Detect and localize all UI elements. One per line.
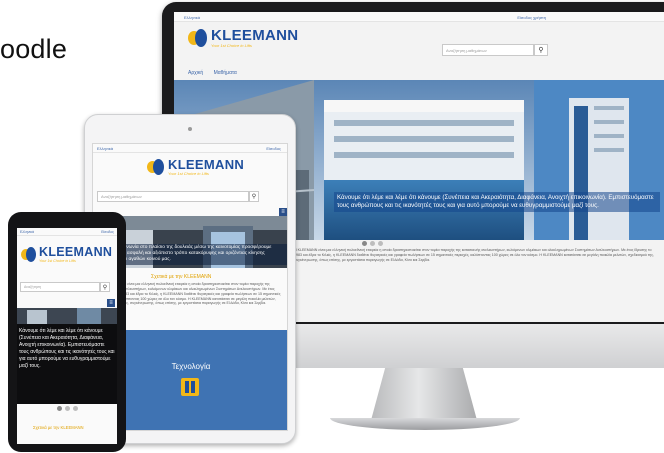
phone-hero-banner: Κάνουμε ότι λέμε και λέμε ότι κάνουμε (Σ… [17, 308, 117, 404]
logo-tagline: Your 1st Choice in Lifts [168, 171, 209, 176]
phone-search-input[interactable]: Αναζήτηση [20, 282, 100, 292]
carousel-dot[interactable] [65, 406, 70, 411]
slide-title-fragment: oodle [0, 34, 68, 64]
hamburger-menu-icon[interactable]: ≡ [279, 208, 287, 216]
desktop-about-text: Η KLEEMANN είναι μια ελληνική πολυεθνική… [294, 248, 654, 262]
carousel-dot[interactable] [378, 241, 383, 246]
phone-section-title: Σχετικά με την KLEEMANN [33, 425, 84, 430]
carousel-dot[interactable] [370, 241, 375, 246]
magnifier-icon[interactable]: ⚲ [534, 44, 548, 56]
tablet-section-title: Σχετικά με την KLEEMANN [151, 274, 212, 280]
logo-text: KLEEMANN [211, 27, 299, 44]
phone-site: Ελληνικά Είσοδος KLEEMANN Your 1st Choic… [17, 228, 117, 444]
tablet-search-input[interactable]: Αναζήτηση μαθημάτων [97, 191, 249, 202]
carousel-dot-active[interactable] [57, 406, 62, 411]
desktop-carousel-dots [362, 241, 383, 246]
logo-text: KLEEMANN [39, 245, 113, 259]
tablet-about-text: Η KLEEMANN είναι μια ελληνική πολυεθνική… [103, 282, 281, 306]
language-link[interactable]: Ελληνικά [184, 15, 200, 20]
tablet-topbar: Ελληνικά Είσοδος [93, 144, 287, 153]
desktop-search-input[interactable]: Αναζήτηση μαθημάτων [442, 44, 534, 56]
language-link[interactable]: Ελληνικά [97, 146, 113, 151]
login-link[interactable]: Είσοδος [266, 146, 281, 151]
kleemann-logo-mark [21, 247, 37, 263]
magnifier-icon[interactable]: ⚲ [100, 282, 110, 292]
carousel-dot[interactable] [73, 406, 78, 411]
logo-tagline: Your 1st Choice in Lifts [39, 258, 76, 263]
phone-topbar: Ελληνικά Είσοδος [17, 228, 117, 236]
monitor-base [330, 418, 520, 430]
hamburger-menu-icon[interactable]: ≡ [107, 299, 115, 307]
desktop-topbar: Ελληνικά Είσοδος χρήστη [174, 12, 664, 22]
site-logo[interactable]: KLEEMANN Your 1st Choice in Lifts [21, 246, 112, 263]
desktop-nav: Αρχική Μαθήματα [188, 70, 246, 76]
kleemann-logo-mark [147, 159, 165, 175]
nav-home[interactable]: Αρχική [188, 70, 203, 76]
site-logo[interactable]: KLEEMANN Your 1st Choice in Lifts [188, 28, 298, 48]
logo-tagline: Your 1st Choice in Lifts [211, 43, 252, 48]
tablet-camera [188, 127, 192, 131]
phone-hero-caption: Κάνουμε ότι λέμε και λέμε ότι κάνουμε (Σ… [19, 328, 115, 369]
elevator-icon[interactable] [181, 378, 199, 396]
language-link[interactable]: Ελληνικά [20, 230, 34, 234]
phone-hero-photo [17, 308, 117, 324]
devices-mockup: oodle Ελληνικά Είσοδος χρήστη KLEEMANN Y… [0, 0, 664, 453]
magnifier-icon[interactable]: ⚲ [249, 191, 259, 202]
site-logo[interactable]: KLEEMANN Your 1st Choice in Lifts [147, 158, 244, 176]
nav-courses[interactable]: Μαθήματα [214, 70, 237, 76]
monitor-stand [370, 368, 478, 424]
login-link[interactable]: Είσοδος χρήστη [517, 15, 546, 20]
phone-carousel-dots [57, 406, 78, 411]
logo-text: KLEEMANN [168, 157, 245, 172]
desktop-hero-caption: Κάνουμε ότι λέμε και λέμε ότι κάνουμε (Σ… [334, 192, 660, 213]
kleemann-logo-mark [188, 29, 208, 47]
login-link[interactable]: Είσοδος [101, 230, 114, 234]
carousel-dot-active[interactable] [362, 241, 367, 246]
